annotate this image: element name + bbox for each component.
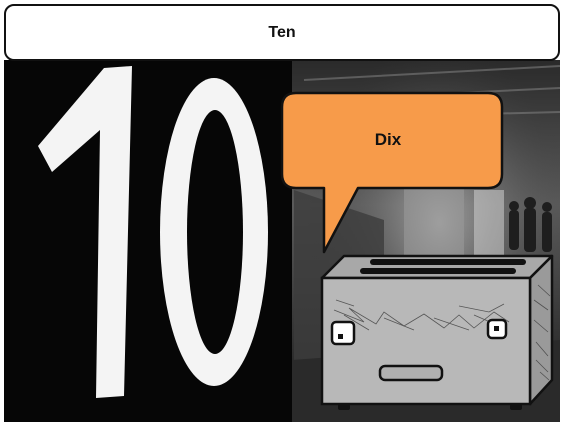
number-ten-sign bbox=[4, 60, 294, 422]
title-text: Ten bbox=[268, 23, 296, 41]
toaster-character-icon bbox=[320, 254, 554, 410]
flashcard: Ten Dix bbox=[0, 0, 566, 426]
speech-bubble-text: Dix bbox=[374, 130, 402, 149]
title-bar: Ten bbox=[4, 4, 560, 61]
